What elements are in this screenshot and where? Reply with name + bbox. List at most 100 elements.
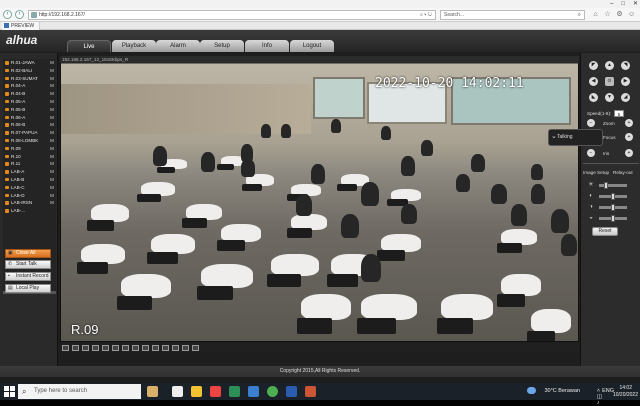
start-talk-button[interactable]: ✆ Start Talk (5, 260, 51, 269)
minimize-button[interactable]: – (610, 0, 613, 8)
chrome-icon[interactable] (267, 386, 278, 397)
layout-toolbar-icon[interactable] (122, 345, 129, 351)
layout-toolbar-icon[interactable] (112, 345, 119, 351)
layout-toolbar-icon[interactable] (162, 345, 169, 351)
favorites-icon[interactable]: ☆ (604, 11, 611, 18)
task-view-icon[interactable] (172, 386, 183, 397)
channel-item[interactable]: LAB-A M (3, 168, 56, 176)
excel-icon[interactable] (229, 386, 240, 397)
channel-item[interactable]: R.11 M (3, 160, 56, 168)
channel-item[interactable]: R.10 M (3, 153, 56, 161)
ptz-up-left-icon[interactable]: ◤ (589, 61, 598, 70)
zoom-out-button[interactable]: − (587, 119, 595, 127)
channel-item[interactable]: LAB-B M (3, 176, 56, 184)
layout-toolbar-icon[interactable] (82, 345, 89, 351)
brightness-slider[interactable] (599, 182, 627, 189)
layout-toolbar-icon[interactable] (142, 345, 149, 351)
channel-item[interactable]: R.07-PAPUA M (3, 129, 56, 137)
ptz-up-icon[interactable]: ▲ (605, 61, 614, 70)
smiley-icon[interactable]: ☺ (628, 11, 635, 18)
back-button[interactable]: ‹ (3, 10, 12, 19)
ptz-up-right-icon[interactable]: ◥ (621, 61, 630, 70)
channel-item[interactable]: R.08-LOMBK M (3, 137, 56, 145)
channel-item[interactable]: R.01-JAWA M (3, 59, 56, 67)
taskbar-search-input[interactable]: ⌕ Type here to search (18, 384, 141, 399)
talking-popup[interactable]: ⌄ Talking (548, 129, 603, 146)
iris-minus-button[interactable]: − (587, 149, 595, 157)
word-icon[interactable] (286, 386, 297, 397)
forward-button[interactable]: › (15, 10, 24, 19)
tab-alarm[interactable]: Alarm (156, 40, 200, 52)
layout-toolbar-icon[interactable] (182, 345, 189, 351)
relay-out-tab[interactable]: Relay-out (613, 170, 633, 175)
tab-info[interactable]: Info (245, 40, 289, 52)
browser-search-input[interactable]: Search... ⌕ (440, 10, 585, 20)
tab-live[interactable]: Live (67, 40, 111, 52)
ie-icon[interactable] (248, 386, 259, 397)
ptz-down-icon[interactable]: ▼ (605, 93, 614, 102)
layout-toolbar-icon[interactable] (92, 345, 99, 351)
focus-plus-button[interactable]: + (625, 133, 633, 141)
slider-knob[interactable] (603, 182, 608, 189)
speed-select[interactable]: 5 (614, 110, 624, 117)
ptz-right-icon[interactable]: ▶ (621, 77, 630, 86)
layout-toolbar-icon[interactable] (132, 345, 139, 351)
iris-plus-button[interactable]: + (625, 149, 633, 157)
instant-record-button[interactable]: ▪ Instant Record (5, 272, 51, 281)
layout-toolbar-icon[interactable] (102, 345, 109, 351)
channel-item[interactable]: R.06-B M (3, 121, 56, 129)
settings-gear-icon[interactable]: ⚙ (616, 11, 623, 18)
app-icon[interactable] (305, 386, 316, 397)
widget-icon[interactable] (147, 386, 158, 397)
channel-item[interactable]: R.09 M (3, 145, 56, 153)
maximize-button[interactable]: □ (621, 0, 625, 8)
address-bar[interactable]: http://192.168.2.167/ ⌕ ▾ ↻ (28, 10, 436, 20)
ptz-left-icon[interactable]: ◀ (589, 77, 598, 86)
saturation-slider[interactable] (599, 204, 627, 211)
live-video-view[interactable]: 2022-10-20 14:02:11 R.09 (60, 56, 579, 342)
browser-tab[interactable]: PREVIEW (2, 22, 41, 30)
close-all-button[interactable]: ▣ Close All (5, 249, 51, 258)
image-setup-tab[interactable]: Image Setup (583, 170, 609, 175)
home-icon[interactable]: ⌂ (592, 11, 599, 18)
ptz-down-right-icon[interactable]: ◢ (621, 93, 630, 102)
layout-toolbar-icon[interactable] (192, 345, 199, 351)
hue-slider[interactable] (599, 215, 627, 222)
channel-item[interactable]: R.06-A M (3, 114, 56, 122)
slider-knob[interactable] (611, 193, 615, 200)
weather-text[interactable]: 30°C Berawan (544, 388, 580, 394)
layout-toolbar-icon[interactable] (72, 345, 79, 351)
windows-start-icon[interactable] (4, 386, 15, 397)
channel-item[interactable]: LAB-... (3, 207, 56, 215)
channel-item[interactable]: R.04-B M (3, 90, 56, 98)
file-explorer-icon[interactable] (191, 386, 202, 397)
tab-logout[interactable]: Logout (290, 40, 334, 52)
contrast-slider[interactable] (599, 193, 627, 200)
tab-setup[interactable]: Setup (200, 40, 244, 52)
zoom-in-button[interactable]: + (625, 119, 633, 127)
clock-date[interactable]: 10/20/2022 (613, 392, 638, 398)
tab-playback[interactable]: Playback (112, 40, 156, 52)
local-play-button[interactable]: ▤ Local Play (5, 284, 51, 293)
channel-item[interactable]: R.03-SUMAT M (3, 75, 56, 83)
close-window-button[interactable]: ✕ (633, 0, 638, 8)
channel-item[interactable]: R.05-B M (3, 106, 56, 114)
store-icon[interactable] (210, 386, 221, 397)
layout-toolbar-icon[interactable] (172, 345, 179, 351)
channel-item[interactable]: LAB-D M (3, 192, 56, 200)
ptz-down-left-icon[interactable]: ◣ (589, 93, 598, 102)
reset-button[interactable]: Reset (592, 227, 618, 236)
slider-knob[interactable] (611, 204, 615, 211)
channel-item[interactable]: R.04-A M (3, 82, 56, 90)
clock-time[interactable]: 14:02 (619, 385, 632, 391)
search-icon[interactable]: ⌕ (578, 11, 581, 19)
ptz-center-icon[interactable]: ⊙ (605, 77, 614, 86)
channel-item[interactable]: R.02-BALI M (3, 67, 56, 75)
channel-item[interactable]: LAB-IRSN M (3, 199, 56, 207)
layout-toolbar-icon[interactable] (152, 345, 159, 351)
channel-item[interactable]: R.05-A M (3, 98, 56, 106)
channel-item[interactable]: LAB-C M (3, 184, 56, 192)
address-tools-icon[interactable]: ⌕ ▾ ↻ (420, 11, 432, 19)
slider-knob[interactable] (611, 215, 615, 222)
layout-toolbar-icon[interactable] (62, 345, 69, 351)
